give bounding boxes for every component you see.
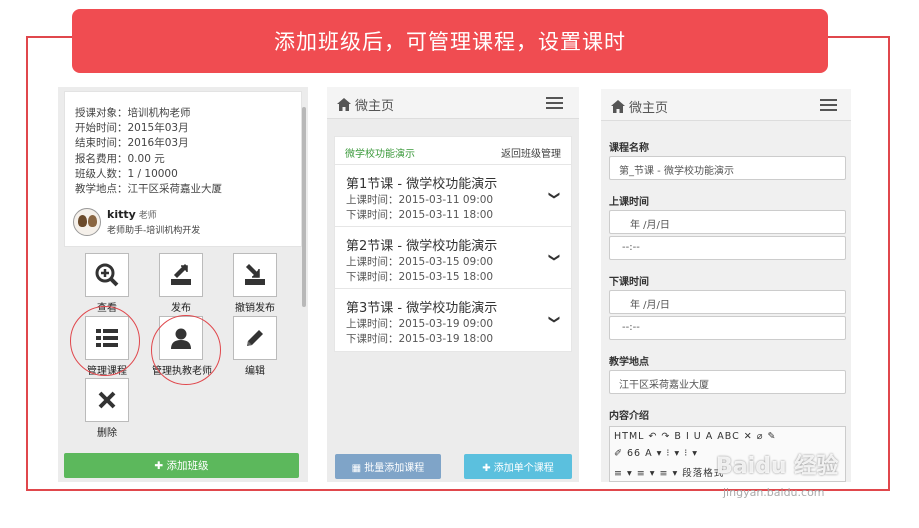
batch-add-courses-button[interactable]: ▦ 批量添加课程	[335, 454, 441, 479]
action-label: 发布	[171, 303, 191, 314]
delete-button[interactable]: 删除	[78, 378, 136, 439]
menu-icon[interactable]	[820, 99, 837, 111]
start-time-label: 上课时间	[609, 197, 649, 208]
class-name: 微学校功能演示	[345, 149, 415, 160]
end-time-label: 下课时间	[609, 277, 649, 288]
list-header: 微学校功能演示 返回班级管理	[335, 137, 571, 165]
chevron-down-icon[interactable]: ❯	[548, 253, 561, 262]
location-input[interactable]: 江干区采荷嘉业大厦	[609, 370, 846, 394]
list-item[interactable]: 第1节课 - 微学校功能演示 上课时间：2015-03-11 09:00 下课时…	[335, 165, 571, 227]
class-detail-panel: 授课对象：培训机构老师 开始时间：2015年03月 结束时间：2016年03月 …	[58, 87, 308, 482]
header-bar: 微主页	[327, 87, 579, 119]
unpublish-icon	[245, 263, 265, 285]
watermark-logo: Baidu 经验	[716, 454, 839, 479]
end-time-input[interactable]: --:--	[609, 316, 846, 340]
course-end: 下课时间：2015-03-15 18:00	[346, 271, 494, 283]
list-item[interactable]: 第2节课 - 微学校功能演示 上课时间：2015-03-15 09:00 下课时…	[335, 227, 571, 289]
banner-title: 添加班级后，可管理课程，设置课时	[72, 9, 828, 73]
action-label: 编辑	[245, 366, 265, 377]
course-end: 下课时间：2015-03-11 18:00	[346, 209, 494, 221]
highlight-circle	[151, 315, 221, 385]
watermark-url: jingyan.baidu.com	[723, 486, 825, 499]
unpublish-button[interactable]: 撤销发布	[226, 253, 284, 314]
course-start: 上课时间：2015-03-15 09:00	[346, 256, 494, 268]
start-date-input[interactable]: 年 /月/日	[609, 210, 846, 234]
avatar	[73, 208, 101, 236]
back-link[interactable]: 返回班级管理	[501, 145, 561, 160]
chevron-down-icon[interactable]: ❯	[548, 191, 561, 200]
list-item[interactable]: 第3节课 - 微学校功能演示 上课时间：2015-03-19 09:00 下课时…	[335, 289, 571, 351]
intro-label: 内容介绍	[609, 411, 649, 422]
highlight-circle	[70, 306, 140, 376]
location-label: 教学地点	[609, 357, 649, 368]
info-line: 报名费用：0.00 元	[75, 152, 165, 165]
action-label: 撤销发布	[235, 303, 275, 314]
course-title: 第3节课 - 微学校功能演示	[346, 301, 498, 316]
course-title: 第2节课 - 微学校功能演示	[346, 239, 498, 254]
info-line: 授课对象：培训机构老师	[75, 107, 191, 119]
add-class-button[interactable]: ✚ 添加班级	[64, 453, 299, 478]
class-info-card: 授课对象：培训机构老师 开始时间：2015年03月 结束时间：2016年03月 …	[64, 91, 302, 247]
close-icon	[98, 391, 116, 409]
teacher-name: kitty	[107, 208, 136, 221]
menu-icon[interactable]	[546, 97, 563, 109]
teacher-card[interactable]: kitty 老师 老师助手-培训机构开发	[73, 208, 200, 236]
header-title: 微主页	[355, 99, 395, 114]
zoom-in-icon	[95, 263, 119, 287]
course-start: 上课时间：2015-03-11 09:00	[346, 194, 494, 206]
teacher-subtitle: 老师助手-培训机构开发	[107, 226, 201, 236]
pencil-icon	[247, 330, 263, 346]
course-name-input[interactable]: 第_节课 - 微学校功能演示	[609, 156, 846, 180]
scrollbar[interactable]	[302, 107, 306, 307]
edit-button[interactable]: 编辑	[226, 316, 284, 377]
course-form-panel: 微主页 课程名称 第_节课 - 微学校功能演示 上课时间 年 /月/日 --:-…	[601, 89, 851, 482]
chevron-down-icon[interactable]: ❯	[548, 315, 561, 324]
teacher-role: 老师	[138, 211, 157, 221]
publish-icon	[171, 263, 191, 285]
home-icon	[337, 98, 351, 111]
course-name-label: 课程名称	[609, 143, 649, 154]
action-label: 删除	[97, 428, 117, 439]
course-start: 上课时间：2015-03-19 09:00	[346, 318, 494, 330]
editor-toolbar-row[interactable]: HTML ↶ ↷ B I U A ABC ✕ ⌀ ✎	[614, 431, 776, 442]
start-time-input[interactable]: --:--	[609, 236, 846, 260]
editor-toolbar-row[interactable]: ✐ 66 A ▾ ⁝ ▾ ⁝ ▾	[614, 448, 698, 459]
course-end: 下课时间：2015-03-19 18:00	[346, 333, 494, 345]
publish-button[interactable]: 发布	[152, 253, 210, 314]
info-line: 班级人数：1 / 10000	[75, 167, 178, 180]
info-line: 开始时间：2015年03月	[75, 122, 189, 135]
course-title: 第1节课 - 微学校功能演示	[346, 177, 498, 192]
course-list: 微学校功能演示 返回班级管理 第1节课 - 微学校功能演示 上课时间：2015-…	[334, 136, 572, 352]
header-title: 微主页	[629, 101, 669, 116]
info-line: 结束时间：2016年03月	[75, 137, 189, 150]
end-date-input[interactable]: 年 /月/日	[609, 290, 846, 314]
header-bar: 微主页	[601, 89, 851, 121]
home-icon	[611, 100, 625, 113]
view-button[interactable]: 查看	[78, 253, 136, 314]
add-single-course-button[interactable]: ✚ 添加单个课程	[464, 454, 572, 479]
course-list-panel: 微主页 微学校功能演示 返回班级管理 第1节课 - 微学校功能演示 上课时间：2…	[327, 87, 579, 482]
editor-toolbar-row[interactable]: ≡ ▾ ≡ ▾ ≡ ▾ 段落格式	[614, 465, 724, 479]
class-info-list: 授课对象：培训机构老师 开始时间：2015年03月 结束时间：2016年03月 …	[75, 106, 222, 197]
info-line: 教学地点：江干区采荷嘉业大厦	[75, 183, 222, 196]
